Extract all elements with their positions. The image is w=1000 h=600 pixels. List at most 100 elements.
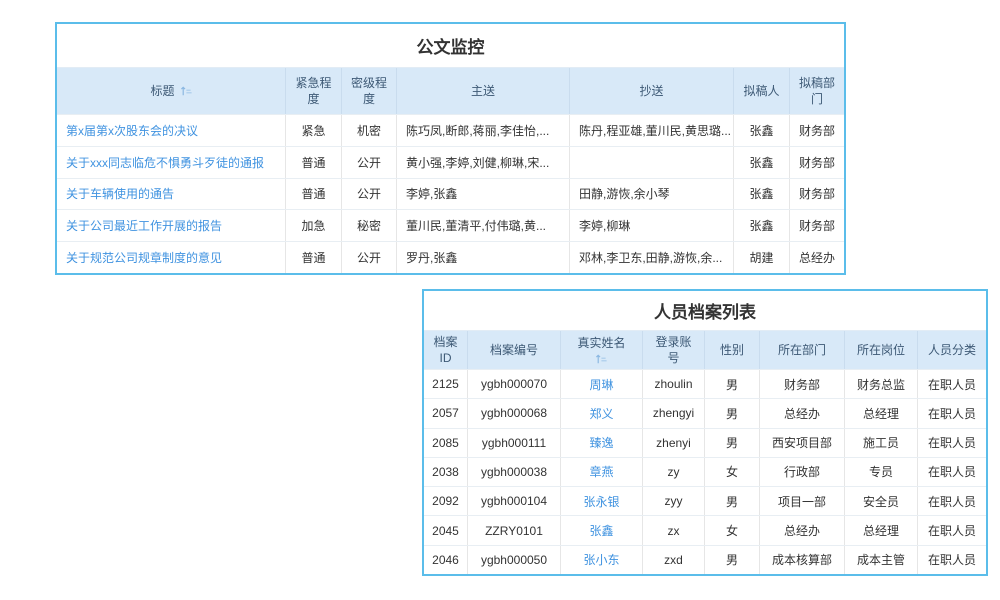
table-cell: 项目一部	[760, 487, 845, 515]
person-name-link[interactable]: 周琳	[589, 376, 613, 393]
column-header-urgency: 紧急程度	[286, 68, 342, 114]
column-header-dept: 所在部门	[760, 331, 845, 369]
table-cell: 总经办	[760, 516, 845, 544]
table-cell: 郑义	[561, 399, 643, 427]
table-cell: 公开	[342, 147, 397, 178]
doc-title-link[interactable]: 关于xxx同志临危不惧勇斗歹徒的通报	[66, 154, 264, 171]
doc-title-link[interactable]: 关于车辆使用的通告	[66, 185, 174, 202]
table-cell: 张永银	[561, 487, 643, 515]
table-cell: 男	[705, 370, 760, 398]
table-cell: 财务总监	[845, 370, 918, 398]
table-cell: zhengyi	[643, 399, 705, 427]
person-name-link[interactable]: 张鑫	[589, 522, 613, 539]
table-cell: ygbh000050	[468, 546, 561, 574]
table-cell: zhoulin	[643, 370, 705, 398]
table-cell: ygbh000111	[468, 429, 561, 457]
table-cell: 女	[705, 458, 760, 486]
column-header-cc: 抄送	[570, 68, 734, 114]
table-cell: 安全员	[845, 487, 918, 515]
table-cell: 男	[705, 429, 760, 457]
person-name-link[interactable]: 张小东	[583, 551, 619, 568]
table-cell: 加急	[286, 210, 342, 241]
doc-monitor-table: 公文监控 标题 紧急程度 密级程度 主送 抄送 拟稿人 拟稿部门 第x届第x次股…	[55, 22, 846, 275]
table-cell: 关于车辆使用的通告	[57, 179, 286, 210]
table-cell: ygbh000038	[468, 458, 561, 486]
table-cell: 周琳	[561, 370, 643, 398]
table-cell: 关于xxx同志临危不惧勇斗歹徒的通报	[57, 147, 286, 178]
person-name-link[interactable]: 张永银	[583, 493, 619, 510]
table-cell: 田静,游恢,余小琴	[570, 179, 734, 210]
table-cell: 臻逸	[561, 429, 643, 457]
table-cell	[570, 147, 734, 178]
table-cell: 财务部	[760, 370, 845, 398]
doc-monitor-header-row: 标题 紧急程度 密级程度 主送 抄送 拟稿人 拟稿部门	[57, 68, 844, 114]
table-cell: 行政部	[760, 458, 845, 486]
table-cell: 2046	[424, 546, 468, 574]
table-cell: 在职人员	[918, 546, 986, 574]
table-cell: 财务部	[790, 210, 844, 241]
table-row: 2125 ygbh000070 周琳 zhoulin 男 财务部 财务总监 在职…	[424, 369, 986, 398]
person-name-link[interactable]: 郑义	[589, 405, 613, 422]
table-cell: 关于规范公司规章制度的意见	[57, 242, 286, 273]
table-cell: 张小东	[561, 546, 643, 574]
table-cell: 陈巧凤,断郎,蒋丽,李佳怡,...	[397, 115, 570, 146]
table-cell: 李婷,张鑫	[397, 179, 570, 210]
table-cell: 普通	[286, 179, 342, 210]
doc-monitor-title: 公文监控	[57, 24, 844, 68]
table-cell: 2045	[424, 516, 468, 544]
table-cell: 财务部	[790, 147, 844, 178]
table-cell: 总经办	[790, 242, 844, 273]
column-header-post: 所在岗位	[845, 331, 918, 369]
column-header-title[interactable]: 标题	[57, 68, 286, 114]
table-cell: 普通	[286, 147, 342, 178]
table-cell: 胡建	[734, 242, 790, 273]
table-cell: 张鑫	[734, 147, 790, 178]
table-cell: zhenyi	[643, 429, 705, 457]
table-row: 关于xxx同志临危不惧勇斗歹徒的通报 普通 公开 黄小强,李婷,刘健,柳琳,宋.…	[57, 146, 844, 178]
table-cell: 总经理	[845, 399, 918, 427]
table-cell: zx	[643, 516, 705, 544]
column-header-category: 人员分类	[918, 331, 986, 369]
table-cell: 在职人员	[918, 458, 986, 486]
doc-title-link[interactable]: 关于公司最近工作开展的报告	[66, 217, 222, 234]
person-name-link[interactable]: 章燕	[589, 463, 613, 480]
table-row: 2045 ZZRY0101 张鑫 zx 女 总经办 总经理 在职人员	[424, 515, 986, 544]
table-cell: zy	[643, 458, 705, 486]
sort-icon[interactable]	[595, 353, 607, 365]
table-cell: 财务部	[790, 115, 844, 146]
table-cell: 2057	[424, 399, 468, 427]
table-cell: 在职人员	[918, 429, 986, 457]
table-cell: 男	[705, 546, 760, 574]
table-cell: 机密	[342, 115, 397, 146]
column-header-login: 登录账号	[643, 331, 705, 369]
table-cell: 第x届第x次股东会的决议	[57, 115, 286, 146]
table-cell: 董川民,董清平,付伟璐,黄...	[397, 210, 570, 241]
table-cell: 专员	[845, 458, 918, 486]
table-cell: 在职人员	[918, 399, 986, 427]
table-cell: 2038	[424, 458, 468, 486]
table-cell: 张鑫	[734, 210, 790, 241]
table-cell: 罗丹,张鑫	[397, 242, 570, 273]
table-cell: 在职人员	[918, 516, 986, 544]
table-cell: 2092	[424, 487, 468, 515]
table-row: 2046 ygbh000050 张小东 zxd 男 成本核算部 成本主管 在职人…	[424, 545, 986, 574]
person-name-link[interactable]: 臻逸	[589, 434, 613, 451]
table-row: 关于规范公司规章制度的意见 普通 公开 罗丹,张鑫 邓林,李卫东,田静,游恢,余…	[57, 241, 844, 273]
table-cell: 黄小强,李婷,刘健,柳琳,宋...	[397, 147, 570, 178]
table-cell: 紧急	[286, 115, 342, 146]
doc-title-link[interactable]: 第x届第x次股东会的决议	[66, 122, 198, 139]
table-cell: 在职人员	[918, 370, 986, 398]
doc-title-link[interactable]: 关于规范公司规章制度的意见	[66, 249, 222, 266]
column-header-archive-id: 档案ID	[424, 331, 468, 369]
table-cell: 2125	[424, 370, 468, 398]
sort-icon[interactable]	[180, 85, 192, 97]
table-cell: 公开	[342, 179, 397, 210]
table-row: 关于车辆使用的通告 普通 公开 李婷,张鑫 田静,游恢,余小琴 张鑫 财务部	[57, 178, 844, 210]
table-cell: ZZRY0101	[468, 516, 561, 544]
column-header-real-name[interactable]: 真实姓名	[561, 331, 643, 369]
table-cell: ygbh000104	[468, 487, 561, 515]
table-cell: 张鑫	[734, 179, 790, 210]
table-cell: 张鑫	[561, 516, 643, 544]
table-cell: 女	[705, 516, 760, 544]
personnel-header-row: 档案ID 档案编号 真实姓名 登录账号 性别 所在部门 所在岗位 人员分类	[424, 331, 986, 369]
